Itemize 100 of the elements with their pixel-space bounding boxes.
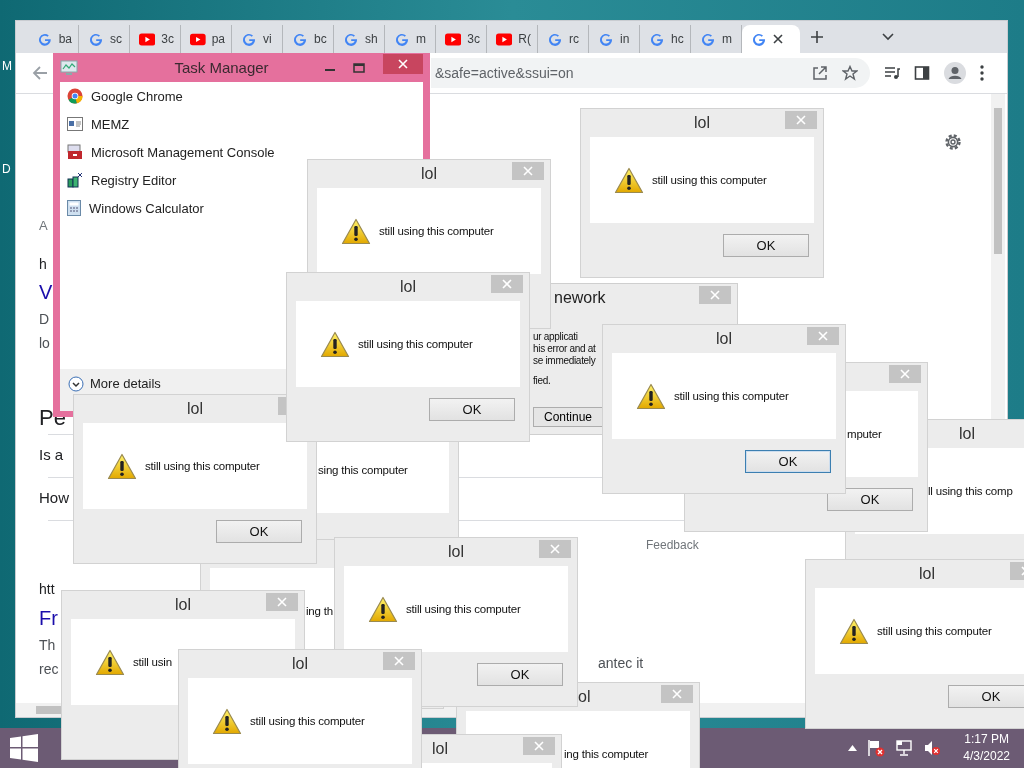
desktop-icon-label[interactable]: M — [2, 59, 12, 73]
plus-icon[interactable] — [810, 30, 824, 44]
feedback-link[interactable]: Feedback — [646, 538, 699, 552]
windows-logo-icon[interactable] — [10, 734, 38, 762]
page-text: h — [39, 256, 47, 272]
page-text: antec it — [598, 655, 644, 671]
browser-tab[interactable]: hc — [640, 25, 691, 53]
clock[interactable]: 1:17 PM 4/3/2022 — [963, 731, 1010, 765]
clock-date: 4/3/2022 — [963, 748, 1010, 765]
app-list-item[interactable]: Microsoft Management Console — [60, 138, 423, 166]
browser-tab[interactable]: R( — [487, 25, 538, 53]
ok-button[interactable]: OK — [948, 684, 1024, 708]
dialog-message: still using this computer — [406, 603, 521, 615]
maximize-icon[interactable] — [353, 62, 365, 73]
ok-button[interactable]: OK — [477, 662, 563, 686]
tab-close-icon — [773, 34, 783, 44]
page-text: lo — [39, 335, 50, 351]
menu-icon[interactable] — [980, 65, 984, 81]
browser-tab[interactable]: in — [589, 25, 640, 53]
page-text: htt — [39, 581, 55, 597]
result-link[interactable]: V — [39, 280, 53, 304]
chevron-down-icon[interactable] — [882, 33, 894, 41]
address-bar[interactable]: &safe=active&ssui=on — [431, 58, 870, 88]
chevron-circle-icon[interactable] — [68, 376, 84, 392]
ok-button[interactable]: OK — [827, 487, 913, 511]
dialog-message: still using this computer — [674, 390, 789, 402]
close-button[interactable] — [383, 53, 423, 74]
g-letter-icon — [88, 31, 104, 47]
up-triangle-icon[interactable] — [848, 745, 858, 751]
window-title: Task Manager — [173, 59, 270, 76]
dialog-message: ing th — [306, 605, 333, 617]
dialog-title: ol — [578, 688, 591, 706]
app-name: Windows Calculator — [89, 200, 204, 216]
dialog-message: ll using this comp — [928, 485, 1013, 497]
close-icon — [710, 290, 720, 300]
error-message: fied. — [533, 375, 551, 387]
browser-tab[interactable] — [742, 25, 800, 53]
close-icon — [900, 369, 910, 379]
app-list-item[interactable]: MEMZ — [60, 110, 423, 138]
toolbox-icon — [67, 144, 83, 160]
close-icon — [398, 58, 408, 69]
page-text: A — [39, 217, 48, 233]
g-letter-icon — [598, 31, 614, 47]
g-letter-icon — [649, 31, 665, 47]
page-text: How — [39, 488, 69, 508]
profile-icon[interactable] — [944, 62, 966, 84]
dialog-message: still using this computer — [379, 225, 494, 237]
g-letter-icon — [700, 31, 716, 47]
cubes-icon — [67, 172, 83, 188]
page-text: D — [39, 311, 50, 327]
dialog-title: lol — [716, 330, 732, 348]
page-text: Th — [39, 637, 56, 653]
speaker-muted-icon[interactable] — [923, 739, 942, 757]
g-letter-icon — [547, 31, 563, 47]
app-name: MEMZ — [91, 116, 130, 132]
flag-error-icon[interactable] — [867, 739, 886, 757]
clock-time: 1:17 PM — [964, 731, 1009, 748]
dialog-title: lol — [400, 278, 416, 296]
close-icon — [796, 115, 806, 125]
app-list-item[interactable]: Google Chrome — [60, 82, 423, 110]
play-icon — [496, 32, 513, 46]
browser-tab[interactable]: rc — [538, 25, 589, 53]
ok-button[interactable]: OK — [723, 233, 809, 257]
dialog-title: lol — [919, 565, 935, 583]
more-details-link[interactable]: More details — [90, 376, 161, 391]
page-text: Is a — [39, 445, 64, 465]
dialog-title: lol — [175, 596, 191, 614]
app-name: Registry Editor — [91, 172, 177, 188]
close-icon — [550, 544, 560, 554]
close-icon — [394, 656, 404, 666]
window-title: nework — [554, 288, 606, 307]
play-icon — [445, 32, 462, 46]
desktop-icon-label[interactable]: D — [2, 162, 11, 176]
dialog-message: still using this computer — [145, 460, 260, 472]
g-letter-icon — [241, 31, 257, 47]
playlist-icon[interactable] — [884, 65, 900, 81]
share-icon[interactable] — [812, 65, 828, 81]
close-icon — [534, 741, 544, 751]
close-icon — [818, 331, 828, 341]
ok-button[interactable]: OK — [429, 397, 515, 421]
g-letter-icon — [37, 31, 53, 47]
play-icon — [190, 32, 206, 46]
url-text: &safe=active&ssui=on — [435, 65, 574, 81]
dialog-title: lol — [959, 425, 975, 443]
dialog-title: lol — [421, 165, 437, 183]
back-arrow-icon[interactable] — [32, 65, 48, 81]
ok-button[interactable]: OK — [745, 449, 831, 473]
network-icon[interactable] — [895, 739, 914, 757]
dialog-title: lol — [292, 655, 308, 673]
settings-icon[interactable] — [943, 132, 963, 152]
chart-monitor-icon — [60, 59, 78, 76]
star-icon[interactable] — [842, 65, 858, 81]
dialog-message: ing this computer — [564, 748, 649, 760]
ok-button[interactable]: OK — [216, 519, 302, 543]
dialog-title: lol — [187, 400, 203, 418]
close-icon — [672, 689, 682, 699]
browser-tab[interactable]: 3c — [436, 25, 487, 53]
side-panel-icon[interactable] — [914, 65, 930, 81]
result-link[interactable]: Fr — [39, 606, 58, 630]
continue-button[interactable]: Continue — [533, 407, 603, 427]
